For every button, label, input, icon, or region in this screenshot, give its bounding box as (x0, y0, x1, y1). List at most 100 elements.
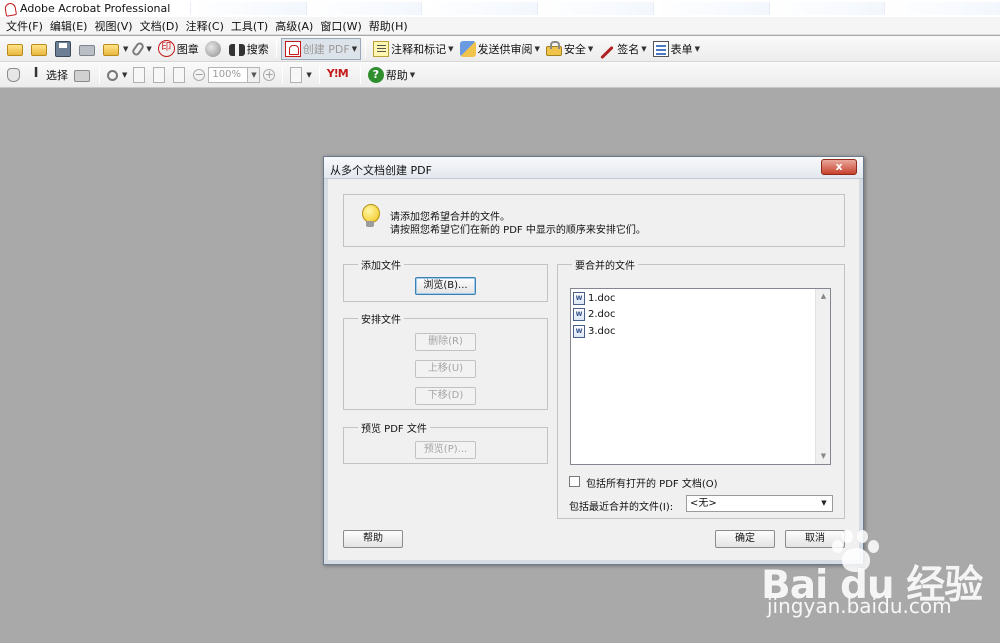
snapshot-icon (74, 70, 90, 82)
actual-size-button[interactable] (130, 64, 150, 86)
chevron-down-icon: ▼ (146, 44, 152, 53)
menu-file[interactable]: 文件(F) (4, 18, 48, 34)
organizer-button[interactable] (28, 38, 52, 60)
chevron-down-icon: ▼ (534, 44, 540, 53)
file-list[interactable]: W 1.doc W 2.doc W 3.doc ▲ ▼ (570, 288, 831, 465)
email-icon (103, 44, 119, 56)
menu-window[interactable]: 窗口(W) (318, 18, 366, 34)
send-review-button[interactable]: 发送供审阅 ▼ (457, 38, 543, 60)
lock-icon (545, 41, 562, 56)
info-panel: 请添加您希望合并的文件。 请按照您希望它们在新的 PDF 中显示的顺序来安排它们… (343, 194, 845, 247)
toolbar-separator (359, 65, 361, 84)
form-icon (652, 40, 669, 57)
snapshot-button[interactable] (71, 64, 95, 86)
fit-page-button[interactable] (150, 64, 170, 86)
zoom-tool-button[interactable]: ▼ (104, 64, 130, 86)
rotate-button[interactable]: ▼ (287, 64, 314, 86)
email-button[interactable]: ▼ (100, 38, 131, 60)
ghost-tab (305, 2, 422, 15)
select-tool-button[interactable]: I 选择 (25, 64, 71, 86)
zoom-icon (107, 69, 118, 81)
file-list-scrollbar[interactable]: ▲ ▼ (815, 289, 830, 464)
ghost-tab (768, 2, 885, 15)
menu-edit[interactable]: 编辑(E) (48, 18, 93, 34)
page-icon (133, 66, 146, 83)
yahoo-messenger-button[interactable]: Y!M (324, 64, 356, 86)
browse-button[interactable]: 浏览(B)... (415, 277, 476, 295)
word-doc-icon: W (573, 324, 585, 338)
web-button[interactable] (202, 38, 226, 60)
file-name: 3.doc (588, 325, 616, 337)
hand-tool-button[interactable] (4, 64, 25, 86)
review-icon (459, 40, 476, 57)
text-select-icon: I (33, 65, 39, 81)
comment-note-icon (373, 40, 390, 57)
arrange-files-legend: 安排文件 (361, 315, 401, 326)
move-down-button[interactable]: 下移(D) (415, 387, 476, 405)
dialog-close-button[interactable]: x (821, 159, 857, 175)
comment-markup-button[interactable]: 注释和标记 ▼ (370, 38, 456, 60)
list-item[interactable]: W 3.doc (573, 323, 616, 339)
security-button[interactable]: 安全 ▼ (543, 38, 596, 60)
create-pdf-label: 创建 PDF (302, 42, 350, 56)
menu-tools[interactable]: 工具(T) (229, 18, 273, 34)
zoom-level-input[interactable]: 100% (208, 66, 249, 83)
list-item[interactable]: W 2.doc (573, 306, 616, 322)
menu-view[interactable]: 视图(V) (92, 18, 137, 34)
menu-advanced[interactable]: 高级(A) (273, 18, 318, 34)
search-label: 搜索 (246, 42, 269, 56)
menu-help[interactable]: 帮助(H) (367, 18, 413, 34)
rotate-page-icon (290, 66, 303, 83)
watermark-url: jingyan.baidu.com (767, 594, 952, 618)
chevron-down-icon: ▼ (306, 70, 312, 79)
chevron-down-icon: ▼ (122, 70, 128, 79)
chevron-down-icon: ▼ (409, 70, 416, 79)
open-button[interactable] (4, 38, 28, 60)
attach-button[interactable]: ▼ (131, 38, 154, 60)
delete-button[interactable]: 删除(R) (415, 333, 476, 351)
select-label: 选择 (46, 68, 68, 82)
scroll-down-arrow-icon[interactable]: ▼ (816, 449, 831, 464)
help-label: 帮助 (385, 68, 408, 82)
zoom-dropdown[interactable]: ▼ (248, 66, 261, 83)
stamp-button[interactable]: 印图章 (155, 38, 202, 60)
zoom-out-icon[interactable]: − (193, 68, 206, 81)
save-button[interactable] (52, 38, 76, 60)
sign-label: 签名 (617, 42, 640, 56)
ghost-tab (884, 2, 1000, 15)
fit-width-button[interactable] (170, 64, 190, 86)
forms-button[interactable]: 表单 ▼ (650, 38, 703, 60)
menu-comments[interactable]: 注释(C) (184, 18, 229, 34)
recent-files-combo[interactable]: <无> ▼ (686, 495, 833, 512)
print-button[interactable] (76, 38, 100, 60)
stamp-label: 图章 (176, 42, 199, 56)
fit-width-icon (173, 66, 186, 83)
secondary-toolbar: I 选择 ▼ − 100% ▼ + ▼ Y!M ? 帮助 ▼ (0, 62, 1000, 88)
background-tabs (190, 2, 1000, 15)
word-doc-icon: W (573, 291, 585, 305)
list-item[interactable]: W 1.doc (573, 290, 616, 306)
dialog-title-bar: 从多个文档创建 PDF x (324, 157, 863, 179)
files-to-merge-legend: 要合并的文件 (575, 261, 635, 272)
forms-label: 表单 (670, 42, 693, 56)
stamp-icon: 印 (157, 40, 175, 57)
menu-document[interactable]: 文档(D) (138, 18, 184, 34)
search-button[interactable]: 搜索 (226, 38, 272, 60)
preview-button[interactable]: 预览(P)... (415, 441, 476, 459)
add-files-legend: 添加文件 (361, 261, 401, 272)
file-name: 2.doc (588, 308, 616, 320)
scroll-up-arrow-icon[interactable]: ▲ (816, 289, 831, 304)
fit-page-icon (153, 66, 166, 83)
create-pdf-button[interactable]: 创建 PDF ▼ (280, 37, 362, 60)
review-label: 发送供审阅 (477, 42, 533, 56)
help-button[interactable]: ? 帮助 ▼ (365, 64, 418, 86)
dialog-help-button[interactable]: 帮助 (343, 530, 403, 548)
sign-button[interactable]: 签名 ▼ (596, 38, 649, 60)
lightbulb-icon (361, 204, 380, 232)
save-icon (55, 40, 71, 57)
hand-icon (7, 67, 20, 82)
move-up-button[interactable]: 上移(U) (415, 360, 476, 378)
include-open-checkbox[interactable] (569, 476, 580, 487)
zoom-in-icon[interactable]: + (263, 68, 276, 81)
include-open-label: 包括所有打开的 PDF 文档(O) (586, 479, 718, 490)
